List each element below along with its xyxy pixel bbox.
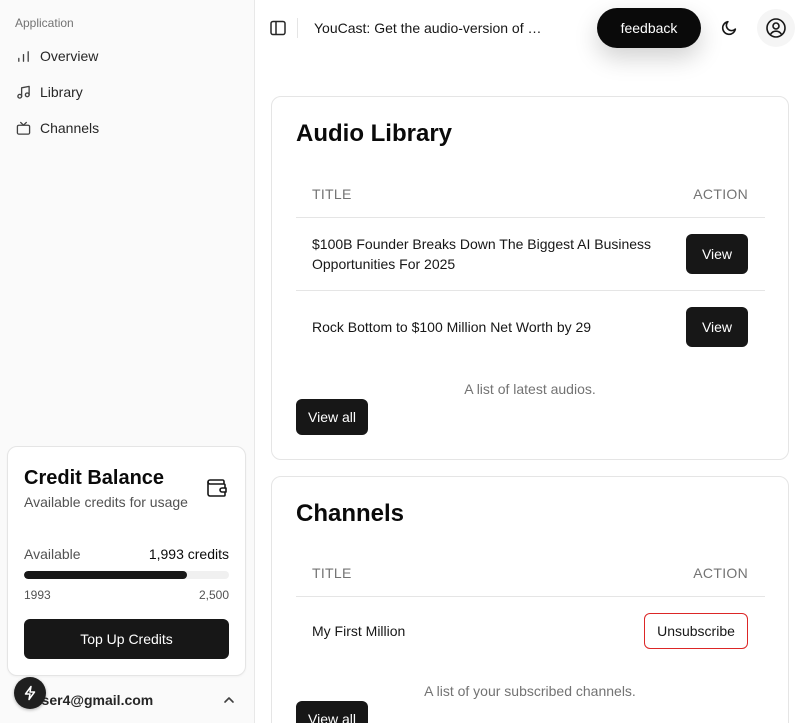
column-header-action: ACTION (693, 565, 748, 581)
sidebar-item-label: Library (40, 84, 83, 100)
column-header-action: ACTION (693, 186, 748, 202)
credit-progress-fill (24, 571, 188, 579)
table-caption: A list of latest audios. (464, 381, 596, 397)
feedback-button[interactable]: feedback (597, 8, 701, 48)
sidebar-item-label: Overview (40, 48, 99, 64)
header-divider (297, 18, 298, 38)
view-all-channels-button[interactable]: View all (296, 701, 368, 723)
user-email: user4@gmail.com (33, 692, 154, 708)
audio-library-card: Audio Library TITLE ACTION $100B Founder… (271, 96, 789, 460)
table-divider (296, 290, 765, 291)
sidebar-item-overview[interactable]: Overview (8, 41, 246, 71)
sidebar-item-label: Channels (40, 120, 100, 136)
lightning-icon (24, 685, 36, 701)
credit-progress-min: 1993 (24, 588, 51, 602)
audio-library-title: Audio Library (296, 120, 453, 147)
credit-balance-subtitle: Available credits for usage (24, 494, 188, 510)
top-header: YouCast: Get the audio-version of any Yo… (255, 0, 806, 56)
table-row-title: $100B Founder Breaks Down The Biggest AI… (312, 236, 652, 272)
table-row-title: Rock Bottom to $100 Million Net Worth by… (312, 319, 592, 335)
chevron-up-icon (224, 697, 234, 703)
credit-balance-title: Credit Balance (24, 467, 165, 489)
page-title: YouCast: Get the audio-version of any Yo… (314, 20, 546, 36)
bar-chart-icon (18, 50, 29, 62)
sidebar: Application Overview Library Channels Cr… (0, 0, 255, 723)
sidebar-group-label: Application (15, 16, 74, 30)
unsubscribe-button[interactable]: Unsubscribe (644, 613, 748, 649)
channels-title: Channels (296, 500, 405, 527)
view-all-audios-button[interactable]: View all (296, 399, 368, 435)
sidebar-toggle-icon[interactable] (269, 19, 287, 37)
table-divider (296, 217, 765, 218)
available-credits-value: 1,993 credits (148, 546, 229, 562)
music-note-icon (17, 85, 30, 99)
column-header-title: TITLE (312, 186, 352, 202)
wallet-icon (207, 479, 227, 497)
view-audio-button[interactable]: View (686, 307, 748, 347)
credit-balance-card: Credit Balance Available credits for usa… (7, 446, 246, 676)
account-button[interactable] (757, 9, 795, 47)
lightning-button[interactable] (14, 677, 46, 709)
sidebar-item-library[interactable]: Library (8, 77, 246, 107)
view-audio-button[interactable]: View (686, 234, 748, 274)
available-label: Available (24, 546, 81, 562)
user-circle-icon (766, 18, 786, 38)
credit-progress-bar (24, 571, 229, 579)
table-row-title: My First Million (312, 623, 406, 639)
column-header-title: TITLE (312, 565, 352, 581)
tv-icon (16, 121, 31, 135)
table-caption: A list of your subscribed channels. (424, 683, 636, 699)
credit-progress-max: 2,500 (198, 588, 229, 602)
table-divider (296, 596, 765, 597)
channels-card: Channels TITLE ACTION My First Million U… (271, 476, 789, 723)
moon-icon[interactable] (721, 19, 738, 36)
sidebar-item-channels[interactable]: Channels (8, 113, 246, 143)
top-up-credits-button[interactable]: Top Up Credits (24, 619, 229, 659)
